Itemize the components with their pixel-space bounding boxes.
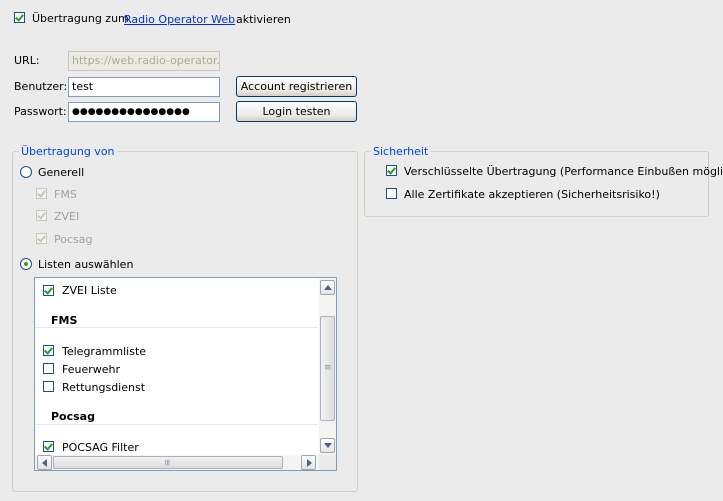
arrow-left-icon [42,459,47,467]
arrow-right-icon [307,459,312,467]
radio-operator-web-link[interactable]: Radio Operator Web [124,13,235,26]
fms-general-checkbox [36,188,47,199]
password-field[interactable]: ●●●●●●●●●●●●●●● [68,102,220,122]
enable-transfer-label[interactable]: Übertragung zum [32,12,129,25]
url-field: https://web.radio-operator.de [68,51,220,71]
scroll-down-button[interactable] [320,438,335,453]
list-item-feuerwehr[interactable]: Feuerwehr [62,363,120,376]
zvei-general-label: ZVEI [54,210,80,223]
scroll-left-button[interactable] [37,455,52,470]
list-item-pocsag-filter-checkbox[interactable] [43,441,54,452]
list-section-pocsag: Pocsag [51,410,95,423]
general-radio[interactable] [20,166,32,178]
lists-listbox[interactable]: ZVEI Liste FMS Telegrammliste Feuerwehr … [34,277,337,471]
list-item-zvei-liste-checkbox[interactable] [43,285,54,296]
scroll-right-button[interactable] [301,455,316,470]
select-lists-radio[interactable] [20,258,32,270]
security-group [364,151,709,217]
list-item-zvei-liste[interactable]: ZVEI Liste [62,284,117,297]
user-label: Benutzer: [14,80,68,93]
section-separator [35,424,318,425]
scroll-up-button[interactable] [320,280,335,295]
pocsag-general-checkbox [36,233,47,244]
enable-transfer-suffix: aktivieren [236,13,291,26]
list-section-fms: FMS [51,314,78,327]
grip-icon: ≡ [324,363,332,373]
username-field[interactable]: test [68,77,220,97]
enable-transfer-checkbox[interactable] [14,12,25,23]
security-legend: Sicherheit [371,145,431,158]
encrypted-transfer-label[interactable]: Verschlüsselte Übertragung (Performance … [404,165,723,178]
list-item-telegrammliste[interactable]: Telegrammliste [62,345,146,358]
scroll-corner [319,455,336,470]
list-item-rettungsdienst-checkbox[interactable] [43,381,54,392]
vertical-scroll-thumb[interactable]: ≡ [320,316,335,421]
encrypted-transfer-checkbox[interactable] [386,165,397,176]
zvei-general-checkbox [36,210,47,221]
fms-general-label: FMS [54,188,77,201]
accept-all-certs-label[interactable]: Alle Zertifikate akzeptieren (Sicherheit… [404,188,660,201]
arrow-up-icon [324,285,332,290]
list-item-telegrammliste-checkbox[interactable] [43,345,54,356]
general-label[interactable]: Generell [38,166,84,179]
select-lists-label[interactable]: Listen auswählen [38,258,133,271]
list-item-feuerwehr-checkbox[interactable] [43,363,54,374]
grip-icon: ≡ [161,458,172,467]
test-login-button[interactable]: Login testen [236,101,357,122]
accept-all-certs-checkbox[interactable] [386,188,397,199]
pocsag-general-label: Pocsag [54,233,93,246]
section-separator [35,327,318,328]
list-item-pocsag-filter[interactable]: POCSAG Filter [62,441,139,454]
horizontal-scrollbar[interactable]: ≡ [35,455,319,470]
list-item-rettungsdienst[interactable]: Rettungsdienst [62,381,145,394]
vertical-scrollbar[interactable]: ≡ [319,278,336,455]
password-label: Passwort: [14,105,67,118]
transfer-from-legend: Übertragung von [19,145,117,158]
register-account-button[interactable]: Account registrieren [236,76,357,97]
horizontal-scroll-thumb[interactable]: ≡ [53,456,283,469]
url-label: URL: [14,54,40,67]
arrow-down-icon [324,443,332,448]
